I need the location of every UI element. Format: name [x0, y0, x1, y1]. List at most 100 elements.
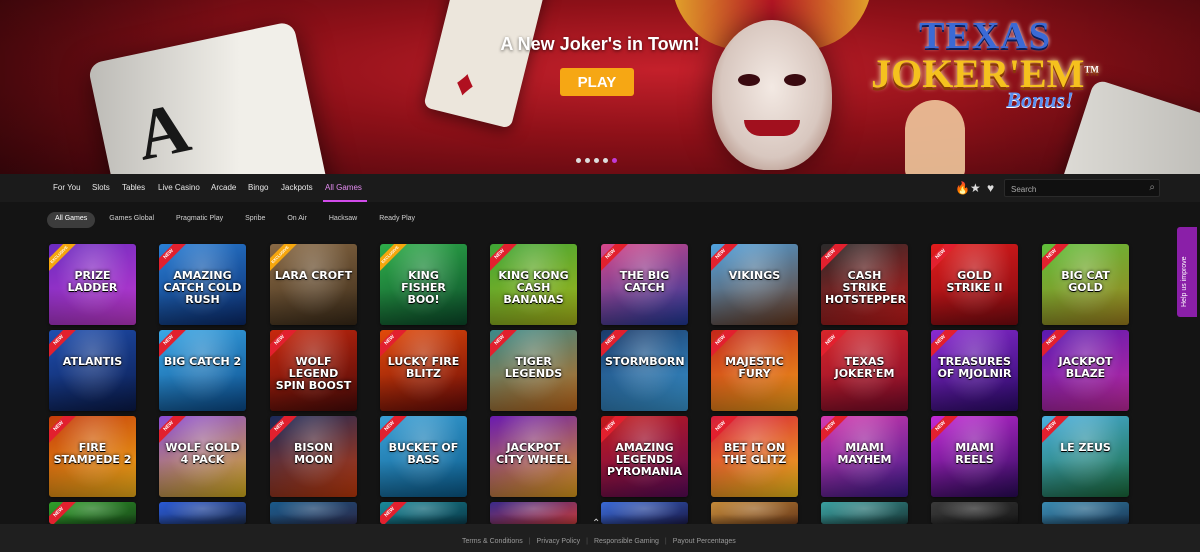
carousel-dot[interactable] [585, 158, 590, 163]
game-tile[interactable]: JACKPOT BLAZE NEW [1042, 330, 1129, 411]
game-title: PRIZE LADDER [67, 269, 118, 294]
game-tile[interactable]: MAJESTIC FURY NEW [711, 330, 798, 411]
filter-games-global[interactable]: Games Global [101, 212, 162, 228]
play-button[interactable]: PLAY [560, 68, 634, 96]
search-input[interactable] [1011, 183, 1141, 195]
game-title: THE BIG CATCH [619, 269, 670, 294]
game-title: BET IT ON THE GLITZ [722, 441, 787, 466]
nav-live-casino[interactable]: Live Casino [158, 183, 200, 192]
game-title: MIAMI REELS [955, 441, 994, 466]
carousel-dot[interactable] [594, 158, 599, 163]
game-tile[interactable]: BUCKET OF BASS NEW [380, 416, 467, 497]
game-title: TREASURES OF MJOLNIR [937, 355, 1012, 380]
hero-banner[interactable]: A ♠ ♦ TEXAS JOKER'EMTM Bonus! A New Joke… [0, 0, 1200, 174]
game-title: AMAZING CATCH COLD RUSH [163, 269, 242, 306]
game-title: WOLF GOLD 4 PACK [165, 441, 240, 466]
game-tile[interactable]: FIRE STAMPEDE 2 NEW [49, 416, 136, 497]
nav-all-games[interactable]: All Games [325, 183, 362, 192]
footer-separator: | [528, 538, 531, 545]
game-tile[interactable]: AMAZING LEGENDS PYROMANIA NEW [601, 416, 688, 497]
filter-all-games[interactable]: All Games [47, 212, 96, 228]
game-title: MAJESTIC FURY [725, 355, 784, 380]
game-title: BIG CATCH 2 [163, 355, 242, 368]
footer-privacy-link[interactable]: Privacy Policy [537, 538, 581, 545]
nav-arcade[interactable]: Arcade [211, 183, 236, 192]
game-tile[interactable]: TEXAS JOKER'EM NEW [821, 330, 908, 411]
game-tile[interactable] [1042, 502, 1129, 524]
nav-tables[interactable]: Tables [122, 183, 145, 192]
game-tile[interactable]: MIAMI REELS NEW [931, 416, 1018, 497]
page: A ♠ ♦ TEXAS JOKER'EMTM Bonus! A New Joke… [0, 0, 1200, 552]
footer-separator: | [664, 538, 667, 545]
game-tile[interactable]: WOLF LEGEND SPIN BOOST NEW [270, 330, 357, 411]
game-title: JACKPOT BLAZE [1058, 355, 1113, 380]
search-box[interactable]: ⌕ [1004, 179, 1160, 197]
filter-ready-play[interactable]: Ready Play [371, 212, 423, 228]
game-tile[interactable]: AMAZING CATCH COLD RUSH NEW [159, 244, 246, 325]
game-tile[interactable] [270, 502, 357, 524]
chevron-up-icon[interactable]: ⌃ [592, 518, 600, 529]
game-tile[interactable]: WOLF GOLD 4 PACK NEW [159, 416, 246, 497]
game-tile[interactable]: LE ZEUS NEW [1042, 416, 1129, 497]
nav-bingo[interactable]: Bingo [248, 183, 268, 192]
game-tile[interactable]: BIG CATCH 2 NEW [159, 330, 246, 411]
game-title: LARA CROFT [274, 269, 353, 282]
game-tile[interactable]: LUCKY FIRE BLITZ NEW [380, 330, 467, 411]
game-tile[interactable]: PRIZE LADDER EXCLUSIVE [49, 244, 136, 325]
game-tile[interactable]: THE BIG CATCH NEW [601, 244, 688, 325]
game-tile[interactable] [711, 502, 798, 524]
game-tile[interactable]: NEW [49, 502, 136, 524]
game-tile[interactable]: LARA CROFT EXCLUSIVE [270, 244, 357, 325]
game-tile[interactable]: TIGER LEGENDS NEW [490, 330, 577, 411]
footer-payout-link[interactable]: Payout Percentages [673, 538, 736, 545]
search-icon[interactable]: ⌕ [1149, 182, 1155, 193]
star-icon[interactable]: ★ [970, 181, 981, 195]
game-tile[interactable]: KING FISHER BOO! EXCLUSIVE [380, 244, 467, 325]
filter-hacksaw[interactable]: Hacksaw [321, 212, 365, 228]
feedback-tab[interactable]: Help us improve [1177, 227, 1197, 317]
heart-icon[interactable]: ♥ [987, 181, 994, 195]
tile-shine [1042, 502, 1129, 524]
tile-shine [270, 502, 357, 524]
nav-slots[interactable]: Slots [92, 183, 110, 192]
game-tile[interactable] [601, 502, 688, 524]
provider-filters: All Games Games Global Pragmatic Play Sp… [47, 212, 423, 228]
game-tile[interactable]: BIG CAT GOLD NEW [1042, 244, 1129, 325]
game-title: FIRE STAMPEDE 2 [53, 441, 132, 466]
flame-icon[interactable]: 🔥 [955, 181, 970, 195]
game-tile[interactable] [490, 502, 577, 524]
game-tile[interactable] [821, 502, 908, 524]
game-tile[interactable]: ATLANTIS NEW [49, 330, 136, 411]
game-tile[interactable]: NEW [380, 502, 467, 524]
game-tile[interactable]: BISON MOON NEW [270, 416, 357, 497]
game-tile[interactable]: CASH STRIKE HOTSTEPPER NEW [821, 244, 908, 325]
game-tile[interactable]: BET IT ON THE GLITZ NEW [711, 416, 798, 497]
filter-spribe[interactable]: Spribe [237, 212, 273, 228]
game-tile[interactable]: GOLD STRIKE II NEW [931, 244, 1018, 325]
nav-for-you[interactable]: For You [53, 183, 81, 192]
game-tile[interactable]: STORMBORN NEW [601, 330, 688, 411]
game-tile[interactable]: VIKINGS NEW [711, 244, 798, 325]
game-tile[interactable]: KING KONG CASH BANANAS NEW [490, 244, 577, 325]
game-title: MIAMI MAYHEM [837, 441, 892, 466]
game-title: AMAZING LEGENDS PYROMANIA [606, 441, 683, 478]
filter-on-air[interactable]: On Air [279, 212, 314, 228]
feedback-label: Help us improve [1181, 256, 1188, 307]
game-tile[interactable]: JACKPOT CITY WHEEL [490, 416, 577, 497]
footer-responsible-link[interactable]: Responsible Gaming [594, 538, 659, 545]
filter-pragmatic-play[interactable]: Pragmatic Play [168, 212, 231, 228]
game-title: KING KONG CASH BANANAS [498, 269, 569, 306]
game-tile[interactable] [931, 502, 1018, 524]
carousel-dot[interactable] [612, 158, 617, 163]
footer-terms-link[interactable]: Terms & Conditions [462, 538, 523, 545]
promo-logo: TEXAS JOKER'EMTM Bonus! [870, 14, 1100, 113]
game-tile[interactable] [159, 502, 246, 524]
carousel-dot[interactable] [603, 158, 608, 163]
carousel-dot[interactable] [576, 158, 581, 163]
carousel-dots [576, 158, 617, 163]
game-tile[interactable]: TREASURES OF MJOLNIR NEW [931, 330, 1018, 411]
game-title: BIG CAT GOLD [1061, 269, 1110, 294]
game-tile[interactable]: MIAMI MAYHEM NEW [821, 416, 908, 497]
tile-shine [821, 502, 908, 524]
nav-jackpots[interactable]: Jackpots [281, 183, 313, 192]
